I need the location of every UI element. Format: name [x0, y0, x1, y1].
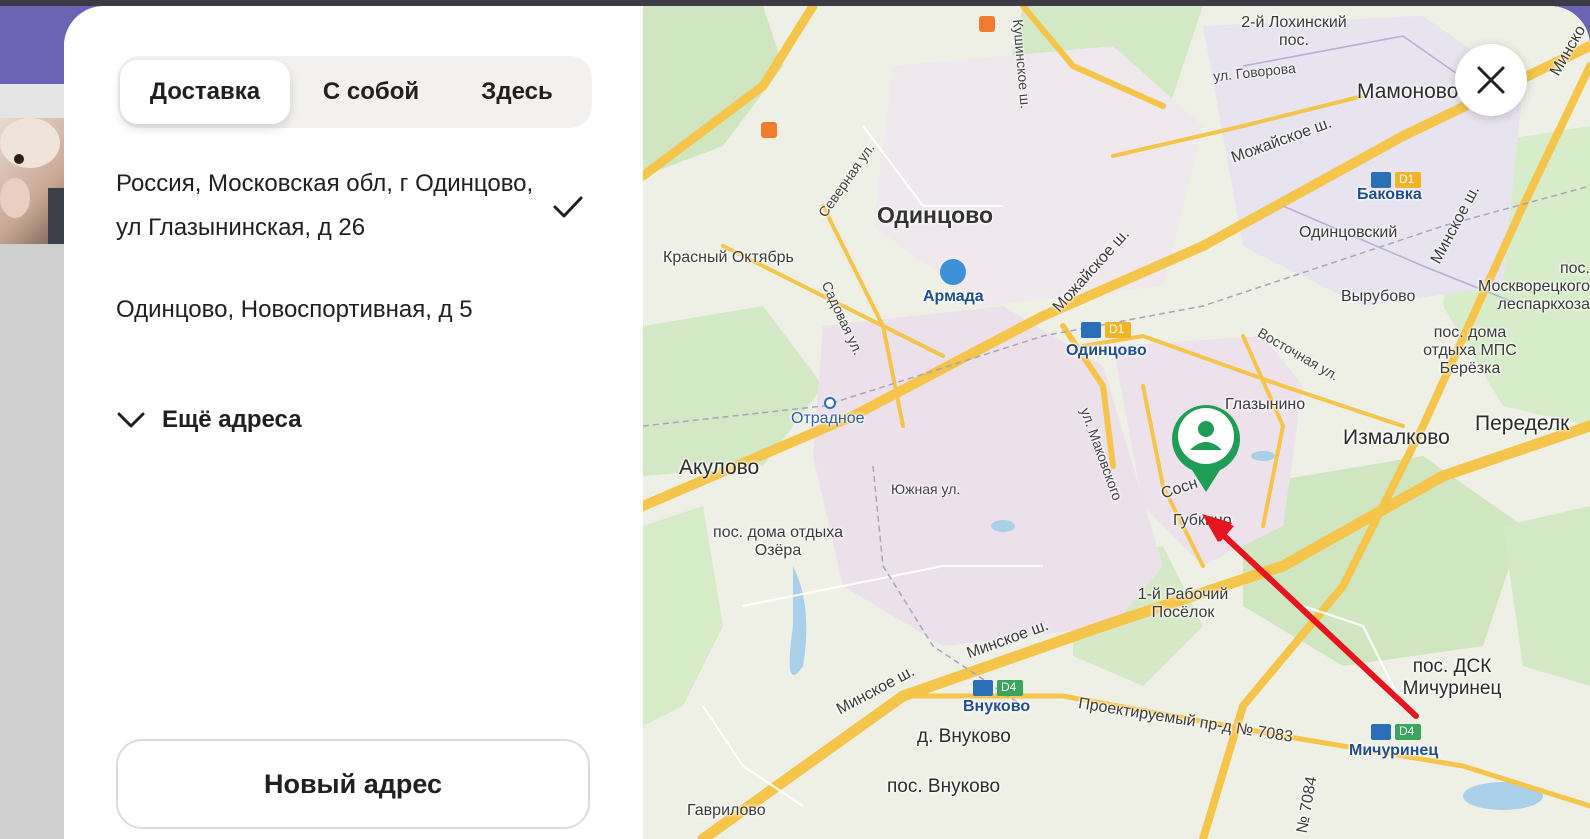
map-view[interactable]: Одинцово Армада Красный Октябрь Отрадное…: [643, 6, 1590, 839]
map-label-odintsovsky: Одинцовский: [1299, 224, 1398, 241]
location-pin-icon[interactable]: [1170, 400, 1242, 494]
address-item-novosportivnaya[interactable]: Одинцово, Новоспортивная, д 5: [116, 288, 576, 332]
map-label-armada: Армада: [923, 288, 984, 305]
map-label-pos-dsk: пос. ДСК Мичуринец: [1402, 656, 1502, 699]
tab-delivery[interactable]: Доставка: [120, 60, 290, 124]
map-label-d4-b: D4: [1399, 724, 1415, 738]
more-addresses-label: Ещё адреса: [162, 406, 302, 433]
map-label-pos-vnukovo: пос. Внуково: [887, 776, 1001, 797]
tab-here[interactable]: Здесь: [448, 60, 586, 124]
map-label-odintsovo-station: Одинцово: [1066, 342, 1147, 359]
map-label-pos-mps: пос. дома отдыха МПС Берёзка: [1423, 324, 1517, 377]
map-label-d1-a: D1: [1109, 322, 1125, 336]
map-label-d-vnukovo: д. Внуково: [917, 726, 1011, 747]
map-label-vnukovo-station: Внуково: [963, 698, 1031, 715]
address-item-glazyninskaya[interactable]: Россия, Московская обл, г Одинцово, ул Г…: [116, 162, 556, 250]
map-label-yuzhnaya: Южная ул.: [891, 481, 961, 497]
map-label-gubkino: Губкино: [1173, 512, 1232, 529]
map-label-otradnoe: Отрадное: [791, 410, 865, 427]
map-label-gavrilovo: Гаврилово: [687, 802, 766, 819]
map-label-d1-b: D1: [1399, 172, 1415, 186]
map-label-peredelki: Переделк: [1475, 412, 1570, 435]
close-icon: [1477, 66, 1505, 94]
product-photo: [0, 118, 70, 244]
address-panel: Доставка С собой Здесь Россия, Московска…: [64, 6, 652, 839]
map-label-d4-a: D4: [1001, 680, 1017, 694]
map-label-akulovo: Акулово: [679, 456, 760, 479]
tab-takeaway[interactable]: С собой: [296, 60, 446, 124]
order-type-tabs: Доставка С собой Здесь: [118, 56, 592, 128]
map-label-pos-moskvoretsky: пос. Москворецкого леспаркхоза: [1477, 260, 1590, 313]
map-label-rabochy: 1-й Рабочий Посёлок: [1137, 586, 1229, 621]
check-icon: [553, 196, 583, 218]
map-label-krasny-oktyabr: Красный Октябрь: [663, 249, 794, 266]
map-label-bakovka: Баковка: [1357, 186, 1422, 203]
map-label-lokhinsky: 2-й Лохинский пос.: [1241, 14, 1347, 49]
new-address-button[interactable]: Новый адрес: [116, 739, 590, 829]
more-addresses-button[interactable]: Ещё адреса: [116, 402, 302, 438]
map-label-odintsovo: Одинцово: [877, 202, 994, 228]
chevron-down-icon: [117, 412, 145, 428]
map-label-michurinets: Мичуринец: [1349, 742, 1439, 759]
address-modal: Доставка С собой Здесь Россия, Московска…: [64, 6, 1590, 839]
map-label-pos-ozera: пос. дома отдыха Озёра: [713, 524, 843, 559]
map-label-izmalkovo: Измалково: [1343, 426, 1450, 449]
map-label-mamonovo: Мамоново: [1357, 80, 1459, 103]
close-button[interactable]: [1455, 44, 1527, 116]
map-label-vyrubovo: Вырубово: [1341, 288, 1416, 305]
